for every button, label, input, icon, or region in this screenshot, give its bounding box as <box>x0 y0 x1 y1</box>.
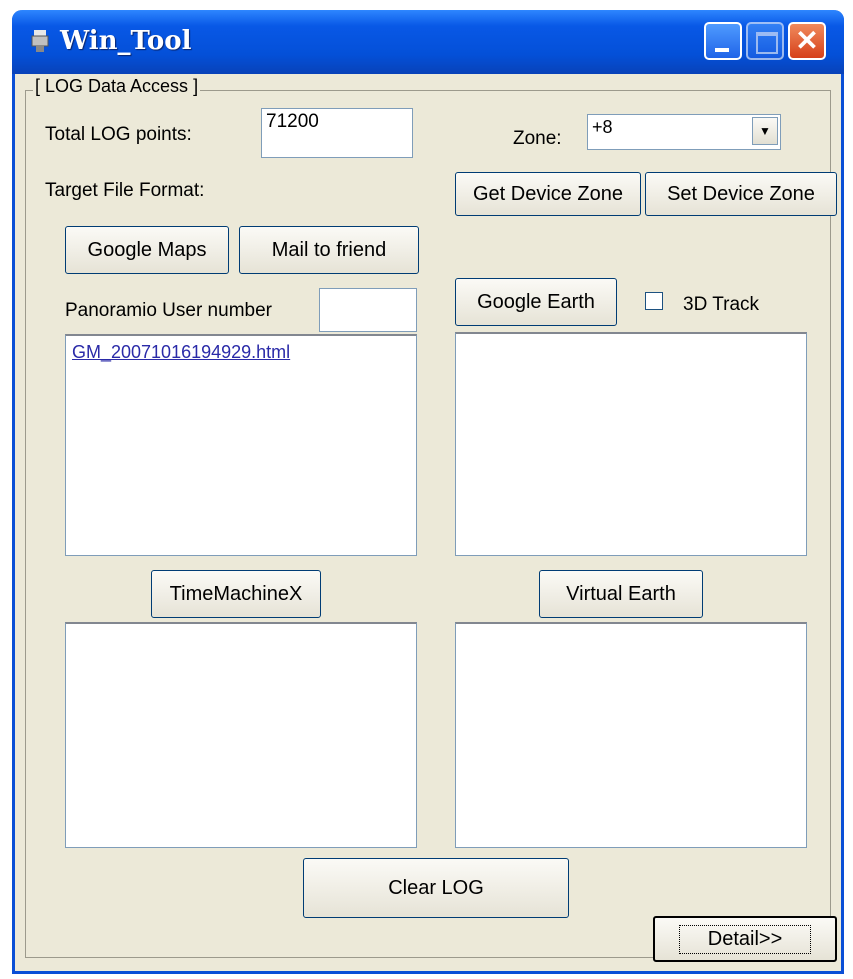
virtual-earth-file-list[interactable] <box>455 622 807 848</box>
chevron-down-icon[interactable]: ▼ <box>752 117 778 145</box>
app-icon <box>31 30 49 52</box>
virtual-earth-button[interactable]: Virtual Earth <box>539 570 703 618</box>
close-button[interactable]: ✕ <box>788 22 826 60</box>
detail-button-label: Detail>> <box>678 924 812 954</box>
google-maps-button[interactable]: Google Maps <box>65 226 229 274</box>
zone-label: Zone: <box>513 128 562 149</box>
timemachinex-button[interactable]: TimeMachineX <box>151 570 321 618</box>
set-device-zone-button[interactable]: Set Device Zone <box>645 172 837 216</box>
mail-to-friend-button[interactable]: Mail to friend <box>239 226 419 274</box>
get-device-zone-button[interactable]: Get Device Zone <box>455 172 641 216</box>
clear-log-button[interactable]: Clear LOG <box>303 858 569 918</box>
google-maps-file-list[interactable]: GM_20071016194929.html <box>65 334 417 556</box>
3d-track-checkbox[interactable] <box>645 292 663 310</box>
google-earth-button[interactable]: Google Earth <box>455 278 617 326</box>
timemachinex-file-list[interactable] <box>65 622 417 848</box>
target-file-format-label: Target File Format: <box>45 180 205 201</box>
app-window: Win_Tool ✕ [ LOG Data Access ] Total LOG… <box>12 10 844 974</box>
zone-value: +8 <box>592 117 613 137</box>
zone-dropdown[interactable]: +8 ▼ <box>587 114 781 150</box>
minimize-button[interactable] <box>704 22 742 60</box>
google-earth-file-list[interactable] <box>455 332 807 556</box>
list-item[interactable]: GM_20071016194929.html <box>72 342 290 363</box>
maximize-button[interactable] <box>746 22 784 60</box>
panoramio-user-number-field[interactable] <box>319 288 417 332</box>
panoramio-user-number-label: Panoramio User number <box>65 300 272 321</box>
group-legend: [ LOG Data Access ] <box>33 76 201 97</box>
3d-track-label: 3D Track <box>683 294 760 315</box>
title-bar[interactable]: Win_Tool ✕ <box>12 10 844 74</box>
total-log-points-field[interactable]: 71200 <box>261 108 413 158</box>
total-log-points-label: Total LOG points: <box>45 124 192 145</box>
close-icon: ✕ <box>795 25 819 56</box>
window-title: Win_Tool <box>60 26 192 56</box>
detail-button[interactable]: Detail>> <box>653 916 837 962</box>
